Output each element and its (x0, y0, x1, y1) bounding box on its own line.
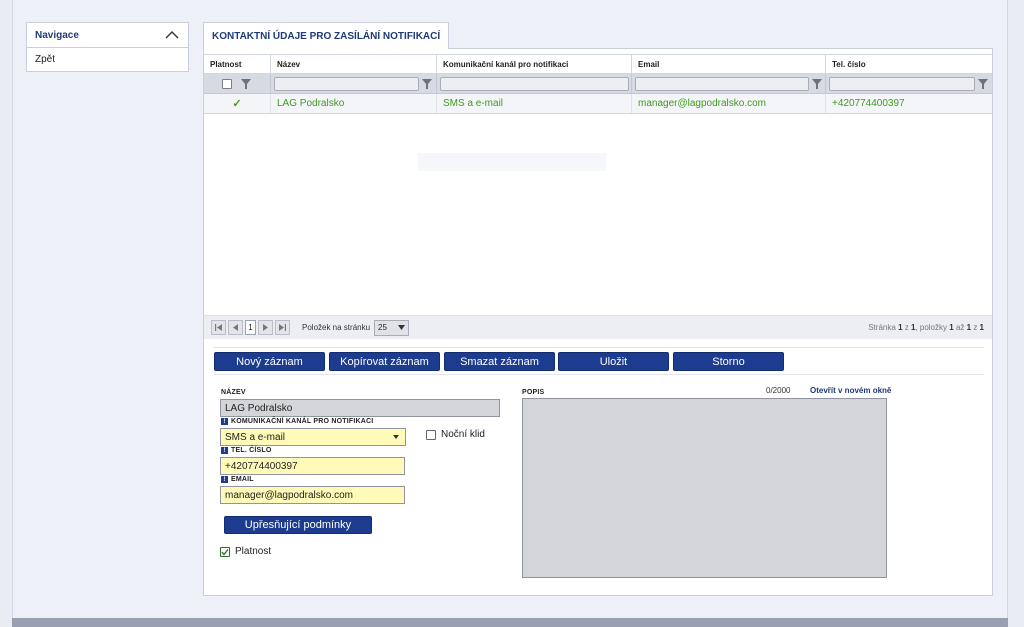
conditions-button[interactable]: Upřesňující podmínky (224, 516, 372, 534)
toolbar-separator-top (214, 347, 984, 348)
pager-info-page: 1 (898, 323, 903, 332)
filter-platnost-checkbox[interactable] (222, 78, 232, 89)
row-nazev: LAG Podralsko (271, 94, 437, 113)
tab-contact-details[interactable]: KONTAKTNÍ ÚDAJE PRO ZASÍLÁNÍ NOTIFIKACÍ (203, 22, 450, 49)
table-row[interactable]: ✓ LAG Podralsko SMS a e-mail manager@lag… (204, 94, 992, 114)
valid-checkbox[interactable] (220, 547, 230, 557)
checkmark-icon (221, 549, 229, 556)
last-page-icon (279, 324, 286, 331)
pager-info-word: z (973, 323, 978, 332)
last-page-button[interactable] (275, 320, 290, 335)
dropdown-arrow-icon (393, 435, 399, 439)
channel-label: KOMUNIKAČNÍ KANÁL PRO NOTIFIKACI (231, 418, 374, 425)
grid-header: Platnost Název Komunikační kanál pro not… (204, 54, 992, 74)
nav-item-back[interactable]: Zpět (27, 48, 188, 71)
phone-field[interactable]: +420774400397 (220, 457, 405, 475)
pager-info-word: z (904, 323, 909, 332)
column-header-platnost[interactable]: Platnost (204, 55, 271, 73)
row-platnost: ✓ (204, 94, 271, 113)
main-panel: Platnost Název Komunikační kanál pro not… (203, 48, 993, 596)
first-page-button[interactable] (211, 320, 226, 335)
pager-info-to: 1 (966, 323, 972, 332)
nav-item-back-label: Zpět (35, 54, 56, 65)
pager-info-from: 1 (949, 323, 954, 332)
prev-page-icon (233, 324, 238, 331)
current-page-input[interactable]: 1 (245, 320, 256, 335)
column-header-nazev[interactable]: Název (271, 55, 437, 73)
new-record-button[interactable]: Nový záznam (214, 352, 325, 371)
pager-info: Stránka 1 z 1, položky 1 až 1 z 1 (868, 323, 984, 332)
filter-cell-tel (826, 74, 992, 93)
delete-record-button[interactable]: Smazat záznam (444, 352, 555, 371)
pager-info-word: Stránka (868, 323, 896, 332)
filter-nazev-input[interactable] (274, 76, 419, 91)
email-label-wrap: ! EMAIL (221, 476, 254, 483)
row-kanal: SMS a e-mail (437, 94, 632, 113)
filter-funnel-icon[interactable] (240, 78, 252, 90)
first-page-icon (215, 324, 222, 331)
filter-cell-platnost (204, 74, 271, 93)
required-icon: ! (221, 447, 228, 454)
description-counter: 0/2000 (766, 386, 791, 395)
checkmark-icon: ✓ (232, 98, 242, 110)
channel-label-wrap: ! KOMUNIKAČNÍ KANÁL PRO NOTIFIKACI (221, 418, 373, 425)
name-field: LAG Podralsko (220, 399, 500, 417)
navigation-title: Navigace (35, 29, 79, 41)
email-label: EMAIL (231, 476, 254, 483)
phone-label: TEL. ČÍSLO (231, 447, 272, 454)
cancel-button[interactable]: Storno (673, 352, 784, 371)
filter-cell-email (632, 74, 826, 93)
row-tel: +420774400397 (832, 98, 905, 109)
contacts-grid: Platnost Název Komunikační kanál pro not… (204, 54, 992, 114)
required-icon: ! (221, 418, 228, 425)
grid-filter-row (204, 74, 992, 94)
filter-funnel-icon[interactable] (811, 78, 823, 90)
phone-label-wrap: ! TEL. ČÍSLO (221, 447, 272, 454)
night-quiet-label: Noční klid (441, 429, 485, 440)
toolbar-separator-bottom (214, 374, 984, 375)
filter-cell-kanal (437, 74, 632, 93)
column-header-email[interactable]: Email (632, 55, 826, 73)
save-button[interactable]: Uložit (558, 352, 669, 371)
next-page-icon (263, 324, 268, 331)
filter-cell-nazev (271, 74, 437, 93)
dropdown-arrow-icon (398, 325, 406, 330)
name-label: NÁZEV (221, 389, 246, 396)
night-quiet-checkbox[interactable] (426, 430, 436, 440)
tab-contact-details-label: KONTAKTNÍ ÚDAJE PRO ZASÍLÁNÍ NOTIFIKACÍ (212, 30, 441, 42)
next-page-button[interactable] (258, 320, 273, 335)
navigation-panel: Navigace Zpět (26, 22, 189, 72)
page-size-value: 25 (378, 323, 387, 332)
column-header-kanal[interactable]: Komunikační kanál pro notifikaci (437, 55, 632, 73)
pager-info-word: až (955, 323, 965, 332)
chevron-up-icon[interactable] (164, 29, 180, 41)
filter-kanal-input[interactable] (440, 76, 629, 91)
filter-tel-input[interactable] (829, 76, 975, 91)
filter-funnel-icon[interactable] (421, 78, 433, 90)
pager-info-total: 1 (979, 323, 984, 332)
description-label: POPIS (522, 389, 545, 396)
channel-select-value: SMS a e-mail (225, 431, 286, 443)
filter-email-input[interactable] (635, 76, 809, 91)
row-email: manager@lagpodralsko.com (632, 94, 826, 113)
valid-label: Platnost (235, 546, 272, 557)
description-textarea[interactable] (522, 398, 887, 578)
copy-record-button[interactable]: Kopírovat záznam (329, 352, 440, 371)
page-size-label: Položek na stránku (302, 323, 371, 332)
navigation-header[interactable]: Navigace (27, 23, 188, 48)
open-new-window-link[interactable]: Otevřít v novém okně (810, 386, 891, 395)
required-icon: ! (221, 476, 228, 483)
grid-pager: 1 Položek na stránku 25 Stránka 1 z 1, p… (204, 315, 992, 339)
column-header-tel[interactable]: Tel. číslo (826, 55, 992, 73)
filter-funnel-icon[interactable] (977, 78, 989, 90)
page-footer (12, 618, 1008, 627)
loading-overlay-ghost (418, 153, 606, 171)
channel-select[interactable]: SMS a e-mail (220, 428, 406, 446)
pager-info-word: , položky (915, 323, 948, 332)
email-field[interactable]: manager@lagpodralsko.com (220, 486, 405, 504)
prev-page-button[interactable] (228, 320, 243, 335)
page-size-select[interactable]: 25 (374, 319, 410, 336)
